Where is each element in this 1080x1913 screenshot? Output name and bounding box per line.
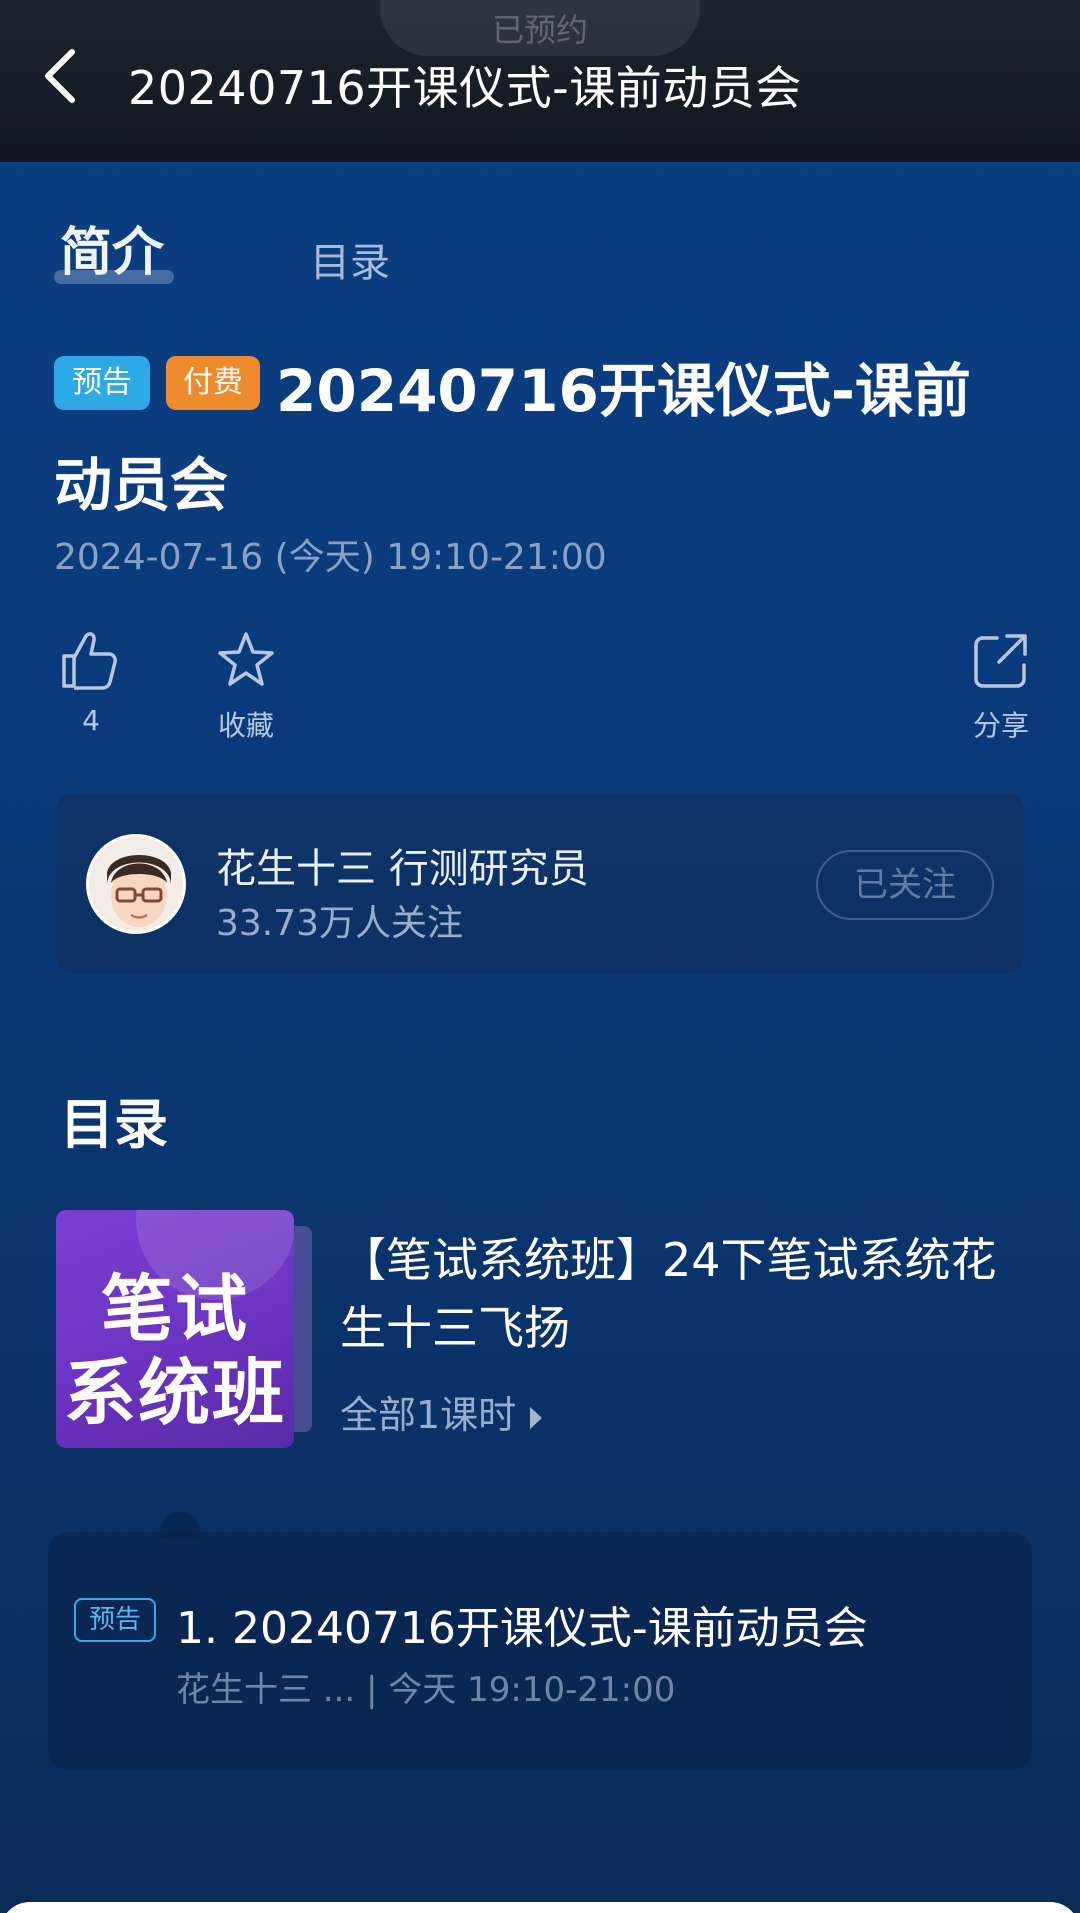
- author-name: 花生十三 行测研究员: [216, 846, 589, 892]
- lesson-preview-badge: 预告: [74, 1598, 156, 1642]
- reservation-pill: 已预约: [380, 0, 700, 56]
- thumbs-up-icon: [62, 632, 117, 690]
- live-datetime: 2024-07-16 (今天) 19:10-21:00: [54, 537, 607, 578]
- chevron-left-icon: [45, 49, 75, 103]
- course-thumbnail[interactable]: 笔试 系统班: [56, 1210, 294, 1448]
- share-icon: [974, 634, 1027, 688]
- lesson-item[interactable]: 预告 1. 20240716开课仪式-课前动员会 花生十三 ... | 今天 1…: [48, 1532, 1032, 1770]
- tab-intro[interactable]: 简介: [60, 210, 164, 285]
- course-title[interactable]: 【笔试系统班】24下笔试系统花生十三飞扬: [340, 1226, 1020, 1362]
- paid-badge: 付费: [166, 356, 260, 410]
- bottom-sheet-edge: [0, 1902, 1080, 1913]
- follow-button[interactable]: 已关注: [816, 850, 994, 920]
- author-followers: 33.73万人关注: [216, 903, 464, 944]
- lesson-title: 1. 20240716开课仪式-课前动员会: [176, 1603, 868, 1654]
- like-button[interactable]: 4: [60, 630, 122, 737]
- course-lesson-count[interactable]: 全部1课时: [340, 1384, 543, 1439]
- favorite-button[interactable]: 收藏: [210, 630, 282, 744]
- page-title: 20240716开课仪式-课前动员会: [128, 61, 802, 115]
- top-bar: 已预约 20240716开课仪式-课前动员会: [0, 0, 1080, 162]
- course-count-label: 全部1课时: [340, 1393, 517, 1437]
- share-button[interactable]: 分享: [962, 630, 1040, 744]
- tab-catalog[interactable]: 目录: [310, 230, 390, 288]
- preview-badge: 预告: [54, 356, 150, 410]
- catalog-section-title: 目录: [60, 1093, 168, 1156]
- avatar-portrait-icon: [89, 837, 183, 931]
- caret-right-icon: [530, 1406, 543, 1429]
- like-count: 4: [82, 704, 100, 737]
- favorite-label: 收藏: [217, 709, 274, 742]
- avatar[interactable]: [86, 834, 186, 934]
- share-label: 分享: [972, 709, 1029, 742]
- thumb-text-line2: 系统班: [63, 1351, 286, 1435]
- lesson-meta: 花生十三 ... | 今天 19:10-21:00: [176, 1670, 676, 1710]
- back-button[interactable]: [36, 46, 88, 106]
- star-icon: [218, 632, 274, 686]
- author-card[interactable]: 花生十三 行测研究员 33.73万人关注 已关注: [56, 794, 1024, 974]
